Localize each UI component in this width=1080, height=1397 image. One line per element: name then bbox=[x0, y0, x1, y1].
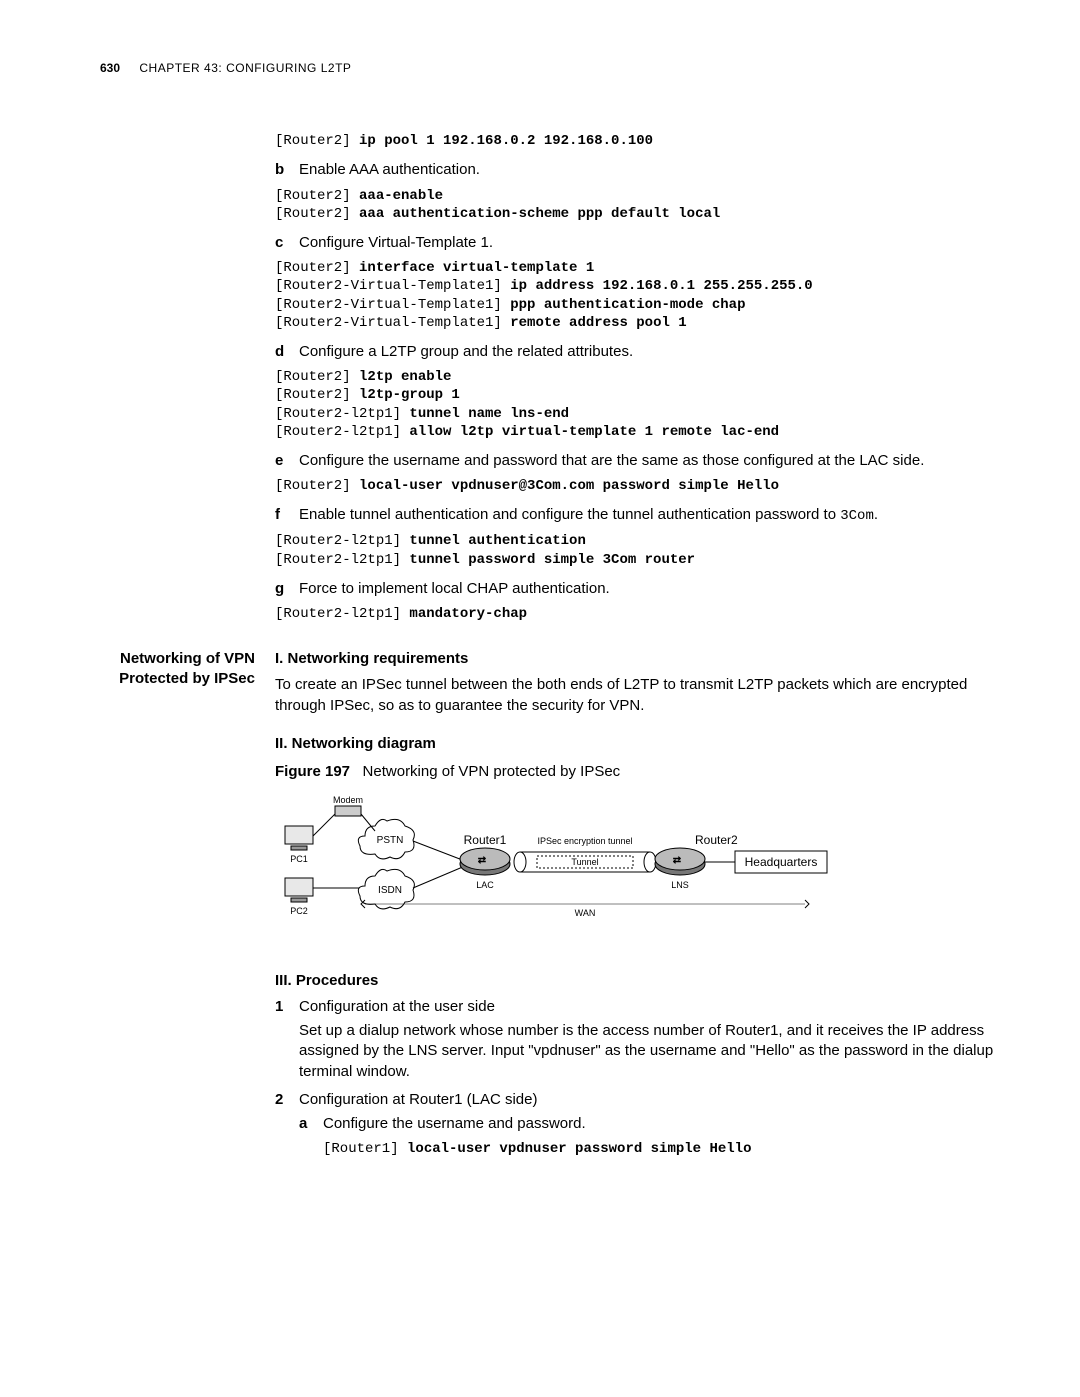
code-block: [Router2-l2tp1] mandatory-chap bbox=[275, 605, 1010, 623]
code-block: [Router2] aaa-enable [Router2] aaa authe… bbox=[275, 187, 1010, 223]
d-hq: Headquarters bbox=[745, 855, 818, 869]
d-lns: LNS bbox=[671, 880, 689, 890]
code-block: [Router1] local-user vpdnuser password s… bbox=[323, 1140, 1010, 1158]
step-b: b Enable AAA authentication. bbox=[275, 160, 1010, 180]
heading-diagram: II. Networking diagram bbox=[275, 734, 1010, 754]
substep-2a: a Configure the username and password. bbox=[299, 1114, 1010, 1134]
d-pstn: PSTN bbox=[377, 835, 404, 846]
d-isdn: ISDN bbox=[378, 885, 402, 896]
code-block: [Router2] interface virtual-template 1 [… bbox=[275, 259, 1010, 332]
network-diagram: PC1 PC2 Modem PSTN ISDN bbox=[275, 796, 1010, 952]
svg-text:⇄: ⇄ bbox=[478, 855, 487, 866]
paragraph: To create an IPSec tunnel between the bo… bbox=[275, 675, 1010, 716]
page-header: 630 CHAPTER 43: CONFIGURING L2TP bbox=[100, 60, 1010, 76]
d-pc1: PC1 bbox=[290, 854, 308, 864]
d-pc2: PC2 bbox=[290, 906, 308, 916]
d-router2: Router2 bbox=[695, 833, 738, 847]
svg-text:⇄: ⇄ bbox=[673, 855, 682, 866]
d-tunnel: Tunnel bbox=[571, 857, 598, 867]
chapter-title: CHAPTER 43: CONFIGURING L2TP bbox=[139, 61, 351, 75]
d-router1: Router1 bbox=[464, 833, 507, 847]
code-block: [Router2] ip pool 1 192.168.0.2 192.168.… bbox=[275, 132, 1010, 150]
step-f: f Enable tunnel authentication and confi… bbox=[275, 505, 1010, 526]
step-e: e Configure the username and password th… bbox=[275, 451, 1010, 471]
heading-procedures: III. Procedures bbox=[275, 971, 1010, 991]
procedure-step-1: 1 Configuration at the user side bbox=[275, 997, 1010, 1017]
code-block: [Router2] local-user vpdnuser@3Com.com p… bbox=[275, 477, 1010, 495]
d-lac: LAC bbox=[476, 880, 494, 890]
code-block: [Router2] l2tp enable [Router2] l2tp-gro… bbox=[275, 368, 1010, 441]
procedure-step-2: 2 Configuration at Router1 (LAC side) bbox=[275, 1090, 1010, 1110]
d-wan: WAN bbox=[575, 908, 596, 918]
section-side-title: Networking of VPN Protected by IPSec bbox=[100, 649, 275, 690]
code-block: [Router2-l2tp1] tunnel authentication [R… bbox=[275, 532, 1010, 568]
figure-caption: Figure 197 Networking of VPN protected b… bbox=[275, 762, 1010, 782]
paragraph: Set up a dialup network whose number is … bbox=[299, 1021, 1010, 1082]
d-ipsec: IPSec encryption tunnel bbox=[537, 836, 632, 846]
heading-requirements: I. Networking requirements bbox=[275, 649, 1010, 669]
step-g: g Force to implement local CHAP authenti… bbox=[275, 579, 1010, 599]
step-d: d Configure a L2TP group and the related… bbox=[275, 342, 1010, 362]
d-modem: Modem bbox=[333, 796, 363, 805]
step-c: c Configure Virtual-Template 1. bbox=[275, 233, 1010, 253]
page-number: 630 bbox=[100, 61, 120, 75]
